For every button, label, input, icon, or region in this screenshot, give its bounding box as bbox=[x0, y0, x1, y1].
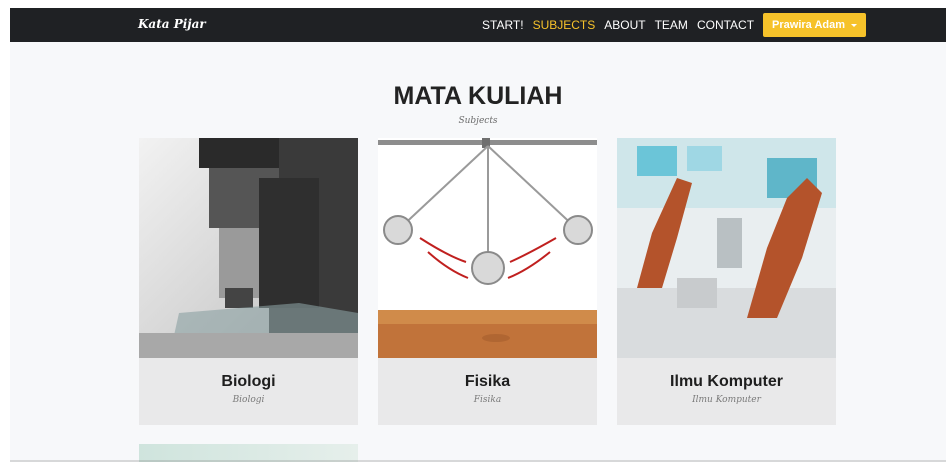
brand-logo[interactable]: Kata Pijar bbox=[138, 17, 206, 31]
nav-subjects[interactable]: SUBJECTS bbox=[533, 18, 596, 32]
page-frame: Kata Pijar START! SUBJECTS ABOUT TEAM CO… bbox=[10, 8, 946, 462]
card-title: Ilmu Komputer bbox=[670, 373, 783, 390]
card-subtitle: Biologi bbox=[232, 395, 265, 405]
microscope-image bbox=[139, 138, 358, 358]
nav-contact[interactable]: CONTACT bbox=[697, 18, 754, 32]
newtons-cradle-image bbox=[378, 138, 597, 358]
nav-team[interactable]: TEAM bbox=[655, 18, 688, 32]
user-name: Prawira Adam bbox=[772, 19, 846, 31]
nav-about[interactable]: ABOUT bbox=[604, 18, 645, 32]
nav-menu: START! SUBJECTS ABOUT TEAM CONTACT Prawi… bbox=[482, 8, 867, 42]
user-dropdown-button[interactable]: Prawira Adam bbox=[763, 13, 867, 37]
subject-card-fisika[interactable]: Fisika Fisika bbox=[378, 138, 597, 425]
caret-down-icon bbox=[851, 23, 858, 27]
nav-start[interactable]: START! bbox=[482, 18, 524, 32]
card-title: Biologi bbox=[221, 373, 276, 390]
card-title: Fisika bbox=[464, 373, 511, 390]
card-subtitle: Ilmu Komputer bbox=[692, 395, 761, 405]
subject-card-biologi[interactable]: Biologi Biologi bbox=[139, 138, 358, 425]
page-subtitle: Subjects bbox=[458, 116, 498, 126]
navbar: Kata Pijar START! SUBJECTS ABOUT TEAM CO… bbox=[10, 8, 946, 42]
subject-card-ilmu-komputer[interactable]: Ilmu Komputer Ilmu Komputer bbox=[617, 138, 836, 425]
card-subtitle: Fisika bbox=[473, 395, 502, 405]
page-title: MATA KULIAH bbox=[393, 82, 563, 110]
robot-arms-image bbox=[617, 138, 836, 358]
